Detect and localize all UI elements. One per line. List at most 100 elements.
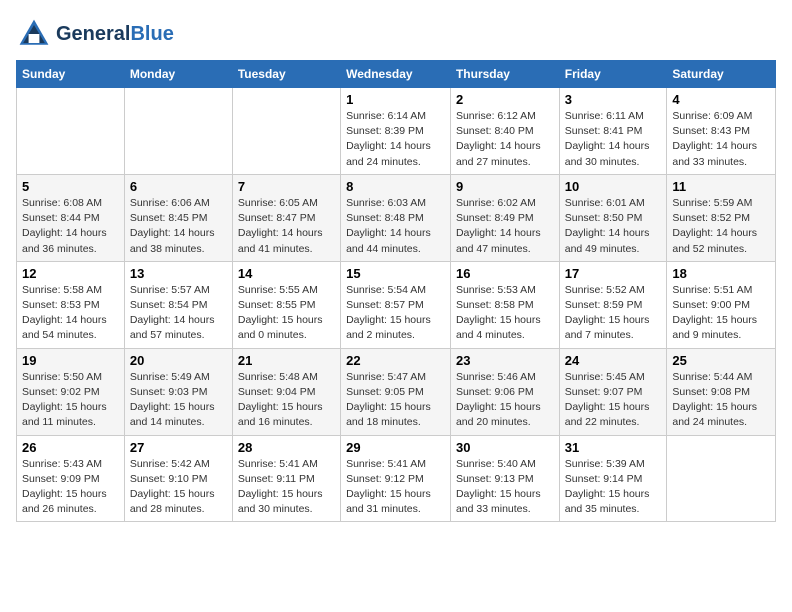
day-number: 11: [672, 179, 770, 194]
day-info: Sunrise: 6:08 AM Sunset: 8:44 PM Dayligh…: [22, 196, 119, 257]
week-row-4: 19 Sunrise: 5:50 AM Sunset: 9:02 PM Dayli…: [17, 348, 776, 435]
day-cell: 9Sunrise: 6:02 AM Sunset: 8:49 PM Daylig…: [450, 174, 559, 261]
day-number: 28: [238, 440, 335, 455]
day-cell: 27 Sunrise: 5:42 AM Sunset: 9:10 PM Dayli…: [124, 435, 232, 522]
day-info: Sunrise: 5:51 AM Sunset: 9:00 PM Dayligh…: [672, 283, 770, 344]
day-info: Sunrise: 5:48 AM Sunset: 9:04 PM Dayligh…: [238, 370, 335, 431]
logo-icon: [16, 16, 52, 52]
day-number: 10: [565, 179, 662, 194]
day-cell: 12 Sunrise: 5:58 AM Sunset: 8:53 PM Dayli…: [17, 261, 125, 348]
day-cell: 3 Sunrise: 6:11 AM Sunset: 8:41 PM Daylig…: [559, 88, 667, 175]
day-info: Sunrise: 5:40 AM Sunset: 9:13 PM Dayligh…: [456, 457, 554, 518]
day-number: 16: [456, 266, 554, 281]
day-number: 23: [456, 353, 554, 368]
page-header: GeneralBlue: [16, 16, 776, 52]
day-info: Sunrise: 5:45 AM Sunset: 9:07 PM Dayligh…: [565, 370, 662, 431]
week-row-2: 5 Sunrise: 6:08 AM Sunset: 8:44 PM Daylig…: [17, 174, 776, 261]
weekday-header-saturday: Saturday: [667, 61, 776, 88]
day-info: Sunrise: 5:46 AM Sunset: 9:06 PM Dayligh…: [456, 370, 554, 431]
day-info: Sunrise: 5:43 AM Sunset: 9:09 PM Dayligh…: [22, 457, 119, 518]
day-info: Sunrise: 5:50 AM Sunset: 9:02 PM Dayligh…: [22, 370, 119, 431]
weekday-header-tuesday: Tuesday: [232, 61, 340, 88]
day-info: Sunrise: 6:06 AM Sunset: 8:45 PM Dayligh…: [130, 196, 227, 257]
day-info: Sunrise: 6:12 AM Sunset: 8:40 PM Dayligh…: [456, 109, 554, 170]
weekday-header-sunday: Sunday: [17, 61, 125, 88]
day-cell: 16 Sunrise: 5:53 AM Sunset: 8:58 PM Dayli…: [450, 261, 559, 348]
day-number: 5: [22, 179, 119, 194]
day-number: 26: [22, 440, 119, 455]
day-cell: 15 Sunrise: 5:54 AM Sunset: 8:57 PM Dayli…: [341, 261, 451, 348]
day-number: 14: [238, 266, 335, 281]
day-cell: 19 Sunrise: 5:50 AM Sunset: 9:02 PM Dayli…: [17, 348, 125, 435]
day-info: Sunrise: 5:41 AM Sunset: 9:11 PM Dayligh…: [238, 457, 335, 518]
day-number: 21: [238, 353, 335, 368]
day-number: 25: [672, 353, 770, 368]
weekday-header-monday: Monday: [124, 61, 232, 88]
day-number: 20: [130, 353, 227, 368]
day-info: Sunrise: 5:47 AM Sunset: 9:05 PM Dayligh…: [346, 370, 445, 431]
day-info: Sunrise: 6:14 AM Sunset: 8:39 PM Dayligh…: [346, 109, 445, 170]
day-number: 29: [346, 440, 445, 455]
day-cell: 17 Sunrise: 5:52 AM Sunset: 8:59 PM Dayli…: [559, 261, 667, 348]
logo-text: GeneralBlue: [56, 23, 174, 45]
day-number: 4: [672, 92, 770, 107]
day-cell: 4Sunrise: 6:09 AM Sunset: 8:43 PM Daylig…: [667, 88, 776, 175]
day-info: Sunrise: 5:52 AM Sunset: 8:59 PM Dayligh…: [565, 283, 662, 344]
day-info: Sunrise: 5:53 AM Sunset: 8:58 PM Dayligh…: [456, 283, 554, 344]
day-cell: 18 Sunrise: 5:51 AM Sunset: 9:00 PM Dayli…: [667, 261, 776, 348]
day-info: Sunrise: 5:49 AM Sunset: 9:03 PM Dayligh…: [130, 370, 227, 431]
calendar-table: SundayMondayTuesdayWednesdayThursdayFrid…: [16, 60, 776, 522]
day-number: 7: [238, 179, 335, 194]
day-cell: 22 Sunrise: 5:47 AM Sunset: 9:05 PM Dayli…: [341, 348, 451, 435]
day-number: 3: [565, 92, 662, 107]
day-cell: 2 Sunrise: 6:12 AM Sunset: 8:40 PM Daylig…: [450, 88, 559, 175]
day-cell: 10 Sunrise: 6:01 AM Sunset: 8:50 PM Dayli…: [559, 174, 667, 261]
day-cell: 21 Sunrise: 5:48 AM Sunset: 9:04 PM Dayli…: [232, 348, 340, 435]
day-cell: 1 Sunrise: 6:14 AM Sunset: 8:39 PM Daylig…: [341, 88, 451, 175]
day-number: 12: [22, 266, 119, 281]
day-cell: [232, 88, 340, 175]
day-number: 27: [130, 440, 227, 455]
day-info: Sunrise: 5:41 AM Sunset: 9:12 PM Dayligh…: [346, 457, 445, 518]
day-cell: 13Sunrise: 5:57 AM Sunset: 8:54 PM Dayli…: [124, 261, 232, 348]
day-info: Sunrise: 6:05 AM Sunset: 8:47 PM Dayligh…: [238, 196, 335, 257]
day-cell: 24 Sunrise: 5:45 AM Sunset: 9:07 PM Dayli…: [559, 348, 667, 435]
day-number: 18: [672, 266, 770, 281]
day-cell: 25 Sunrise: 5:44 AM Sunset: 9:08 PM Dayli…: [667, 348, 776, 435]
day-cell: 20 Sunrise: 5:49 AM Sunset: 9:03 PM Dayli…: [124, 348, 232, 435]
day-info: Sunrise: 5:59 AM Sunset: 8:52 PM Dayligh…: [672, 196, 770, 257]
day-info: Sunrise: 5:44 AM Sunset: 9:08 PM Dayligh…: [672, 370, 770, 431]
day-number: 24: [565, 353, 662, 368]
day-number: 6: [130, 179, 227, 194]
day-info: Sunrise: 5:55 AM Sunset: 8:55 PM Dayligh…: [238, 283, 335, 344]
day-cell: 6 Sunrise: 6:06 AM Sunset: 8:45 PM Daylig…: [124, 174, 232, 261]
day-cell: 14 Sunrise: 5:55 AM Sunset: 8:55 PM Dayli…: [232, 261, 340, 348]
day-info: Sunrise: 5:42 AM Sunset: 9:10 PM Dayligh…: [130, 457, 227, 518]
day-cell: 28 Sunrise: 5:41 AM Sunset: 9:11 PM Dayli…: [232, 435, 340, 522]
day-cell: 11 Sunrise: 5:59 AM Sunset: 8:52 PM Dayli…: [667, 174, 776, 261]
day-info: Sunrise: 5:58 AM Sunset: 8:53 PM Dayligh…: [22, 283, 119, 344]
day-info: Sunrise: 5:54 AM Sunset: 8:57 PM Dayligh…: [346, 283, 445, 344]
weekday-header-friday: Friday: [559, 61, 667, 88]
day-number: 19: [22, 353, 119, 368]
week-row-3: 12 Sunrise: 5:58 AM Sunset: 8:53 PM Dayli…: [17, 261, 776, 348]
day-number: 22: [346, 353, 445, 368]
day-number: 15: [346, 266, 445, 281]
day-cell: [17, 88, 125, 175]
day-cell: 5 Sunrise: 6:08 AM Sunset: 8:44 PM Daylig…: [17, 174, 125, 261]
week-row-5: 26 Sunrise: 5:43 AM Sunset: 9:09 PM Dayli…: [17, 435, 776, 522]
day-info: Sunrise: 6:02 AM Sunset: 8:49 PM Dayligh…: [456, 196, 554, 257]
day-cell: 30Sunrise: 5:40 AM Sunset: 9:13 PM Dayli…: [450, 435, 559, 522]
day-info: Sunrise: 5:39 AM Sunset: 9:14 PM Dayligh…: [565, 457, 662, 518]
logo: GeneralBlue: [16, 16, 174, 52]
day-number: 13: [130, 266, 227, 281]
day-info: Sunrise: 6:11 AM Sunset: 8:41 PM Dayligh…: [565, 109, 662, 170]
day-cell: 23 Sunrise: 5:46 AM Sunset: 9:06 PM Dayli…: [450, 348, 559, 435]
day-number: 17: [565, 266, 662, 281]
day-number: 1: [346, 92, 445, 107]
day-number: 2: [456, 92, 554, 107]
day-info: Sunrise: 6:03 AM Sunset: 8:48 PM Dayligh…: [346, 196, 445, 257]
day-info: Sunrise: 6:01 AM Sunset: 8:50 PM Dayligh…: [565, 196, 662, 257]
day-cell: 31Sunrise: 5:39 AM Sunset: 9:14 PM Dayli…: [559, 435, 667, 522]
weekday-header-row: SundayMondayTuesdayWednesdayThursdayFrid…: [17, 61, 776, 88]
